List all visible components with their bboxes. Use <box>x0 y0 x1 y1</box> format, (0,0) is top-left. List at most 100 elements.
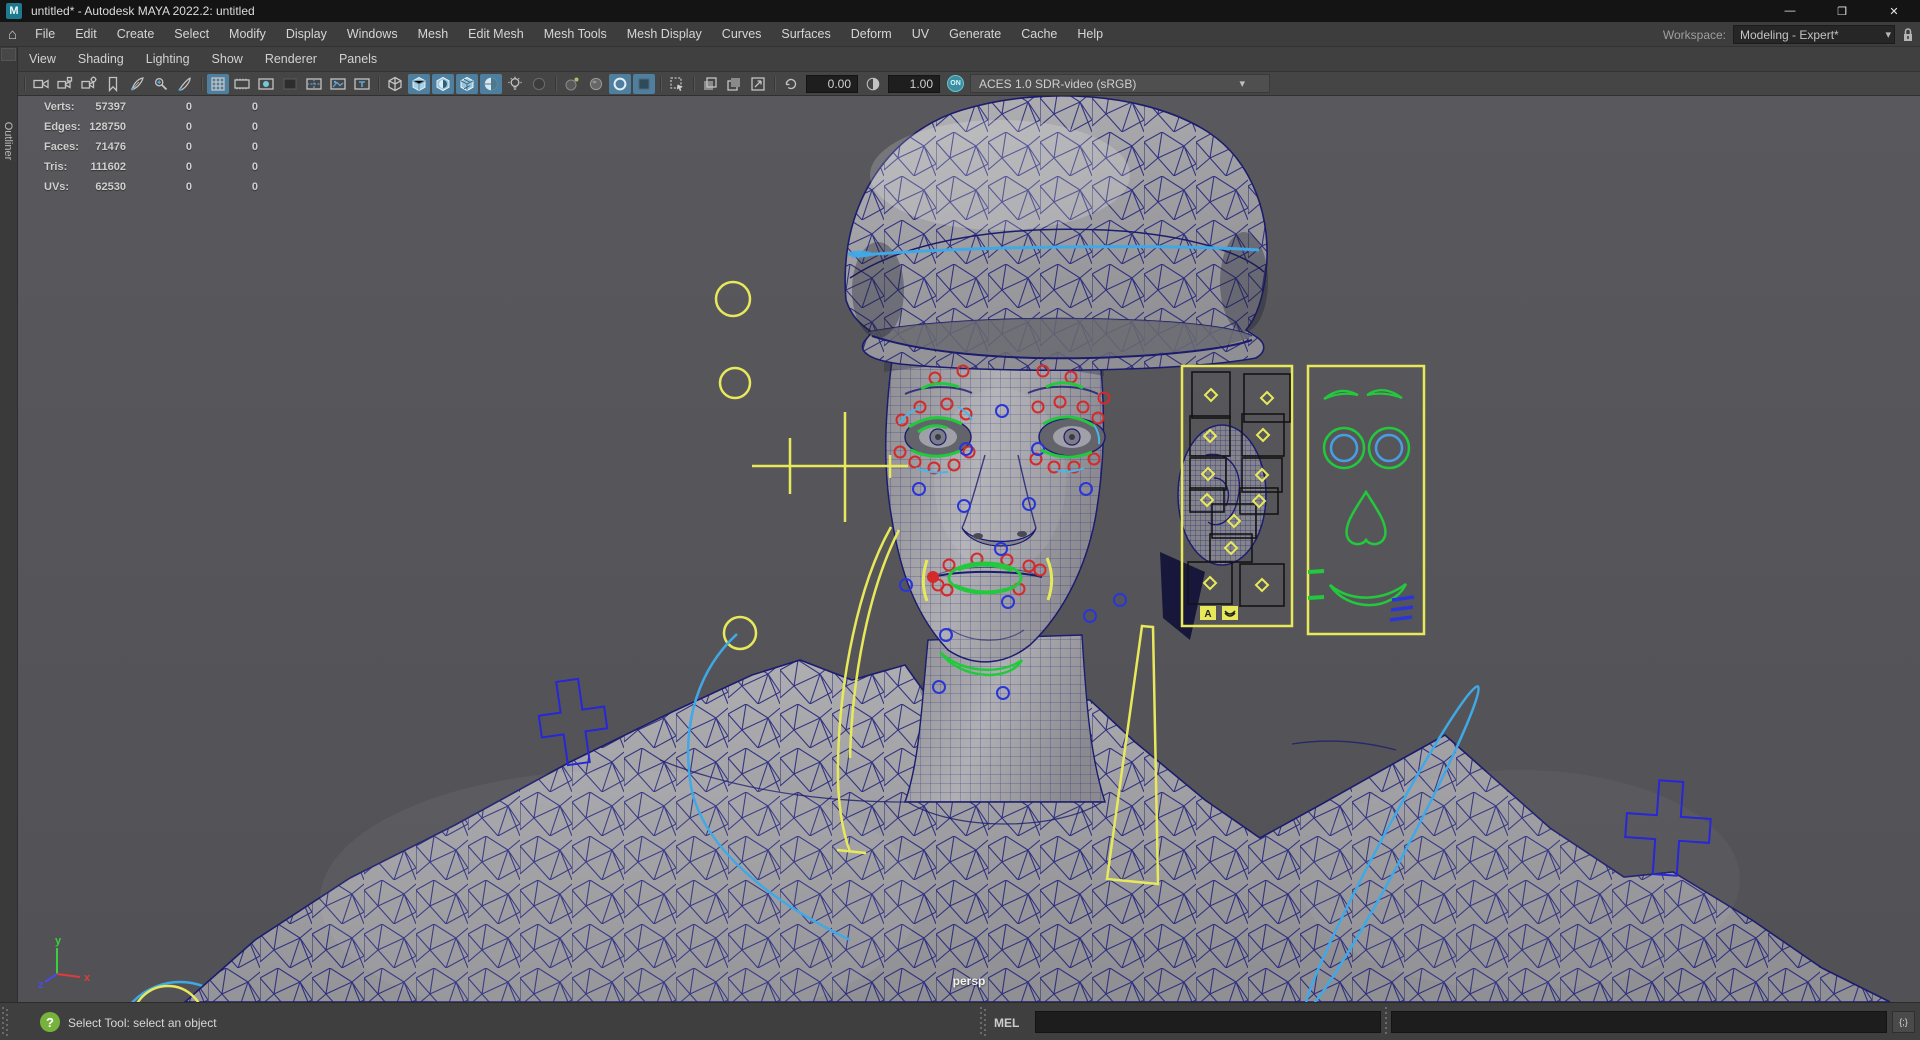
image-plane-icon[interactable] <box>126 74 148 94</box>
pan-zoom-icon[interactable] <box>150 74 172 94</box>
panel-menu-renderer[interactable]: Renderer <box>254 47 328 72</box>
panel-menu-view[interactable]: View <box>18 47 67 72</box>
anti-alias-icon[interactable] <box>609 73 631 94</box>
gamma-field[interactable]: 1.00 <box>888 74 940 93</box>
view-transform-on-badge[interactable]: ON <box>947 75 964 92</box>
status-bar: ? Select Tool: select an object MEL {;} <box>0 1002 1920 1040</box>
menu-mesh-tools[interactable]: Mesh Tools <box>534 22 617 47</box>
menu-surfaces[interactable]: Surfaces <box>771 22 840 47</box>
panel-toolbar: 0.00 1.00 ON ACES 1.0 SDR-video (sRGB) ▾ <box>18 72 1920 96</box>
wireframe-icon[interactable] <box>384 74 406 94</box>
menu-edit[interactable]: Edit <box>65 22 107 47</box>
mel-command-input[interactable] <box>1035 1011 1381 1033</box>
lights-icon[interactable] <box>504 74 526 94</box>
close-button[interactable]: ✕ <box>1868 0 1920 22</box>
workspace-lock-icon[interactable] <box>1902 27 1914 42</box>
restore-button[interactable]: ❐ <box>1816 0 1868 22</box>
outliner-collapsed-panel[interactable]: Outliner <box>0 47 18 1002</box>
menu-uv[interactable]: UV <box>902 22 939 47</box>
xray-joints-icon[interactable] <box>723 74 745 94</box>
menu-select[interactable]: Select <box>164 22 219 47</box>
wireframe-on-shaded-icon[interactable] <box>456 73 478 94</box>
toolbar-separator <box>552 74 559 94</box>
menu-edit-mesh[interactable]: Edit Mesh <box>458 22 534 47</box>
menu-deform[interactable]: Deform <box>841 22 902 47</box>
viewport-canvas[interactable]: A y x z <box>18 96 1920 1002</box>
toolbar-separator <box>198 74 205 94</box>
chevron-down-icon: ▾ <box>1885 29 1891 41</box>
svg-text:A: A <box>1204 609 1211 620</box>
command-result-field[interactable] <box>1391 1011 1887 1033</box>
field-chart-icon[interactable] <box>303 74 325 94</box>
workspace-dropdown[interactable]: Modeling - Expert* ▾ <box>1733 25 1895 44</box>
panel-menu-lighting[interactable]: Lighting <box>135 47 201 72</box>
menu-file[interactable]: File <box>25 22 65 47</box>
gamma-icon[interactable] <box>862 74 884 94</box>
hud-row: Edges: 128750 0 0 <box>44 121 258 133</box>
chevron-down-icon: ▾ <box>1239 78 1245 90</box>
colorspace-value: ACES 1.0 SDR-video (sRGB) <box>979 76 1137 91</box>
toolbar-separator <box>375 74 382 94</box>
textured-icon[interactable] <box>432 73 454 94</box>
camera-attributes-icon[interactable] <box>78 74 100 94</box>
menu-cache[interactable]: Cache <box>1011 22 1067 47</box>
maya-window: M untitled* - Autodesk MAYA 2022.2: unti… <box>0 0 1920 1040</box>
motion-blur-icon[interactable] <box>585 74 607 94</box>
grid-icon[interactable] <box>207 73 229 94</box>
safe-action-icon[interactable] <box>327 74 349 94</box>
select-camera-icon[interactable] <box>30 74 52 94</box>
home-icon[interactable]: ⌂ <box>8 27 17 42</box>
main-menubar: ⌂ File Edit Create Select Modify Display Windo… <box>0 22 1920 47</box>
toolbar-separator <box>771 74 778 94</box>
help-line-text: Select Tool: select an object <box>68 1016 217 1030</box>
statusbar-grip[interactable] <box>2 1007 9 1037</box>
menu-display[interactable]: Display <box>276 22 337 47</box>
resolution-gate-icon[interactable] <box>255 74 277 94</box>
help-icon: ? <box>40 1012 60 1032</box>
script-editor-icon[interactable]: {;} <box>1892 1011 1915 1033</box>
smooth-shade-icon[interactable] <box>408 73 430 94</box>
depth-of-field-icon[interactable] <box>633 73 655 94</box>
ear-mesh[interactable] <box>1177 424 1267 566</box>
result-field-grip[interactable] <box>1385 1007 1388 1037</box>
menu-mesh[interactable]: Mesh <box>408 22 459 47</box>
menu-curves[interactable]: Curves <box>712 22 772 47</box>
window-title: untitled* - Autodesk MAYA 2022.2: untitl… <box>31 4 255 18</box>
film-gate-icon[interactable] <box>231 74 253 94</box>
grease-pencil-icon[interactable] <box>174 74 196 94</box>
toolbar-separator <box>657 74 664 94</box>
occlusion-icon[interactable] <box>561 74 583 94</box>
minimize-button[interactable]: — <box>1764 0 1816 22</box>
exposure-toggle-icon[interactable] <box>747 74 769 94</box>
use-default-material-icon[interactable] <box>480 73 502 94</box>
menu-create[interactable]: Create <box>107 22 165 47</box>
menu-modify[interactable]: Modify <box>219 22 276 47</box>
bookmark-icon[interactable] <box>102 74 124 94</box>
outliner-label: Outliner <box>2 121 14 161</box>
perspective-viewport[interactable]: A y x z Verts: 57397 0 0 Edges: 128750 0… <box>18 96 1920 1002</box>
hud-row: Tris: 111602 0 0 <box>44 161 258 173</box>
maya-app-icon: M <box>6 3 22 19</box>
panel-menu-show[interactable]: Show <box>201 47 254 72</box>
xray-icon[interactable] <box>699 74 721 94</box>
menu-generate[interactable]: Generate <box>939 22 1011 47</box>
mel-label[interactable]: MEL <box>994 1016 1019 1030</box>
exposure-field[interactable]: 0.00 <box>806 74 858 93</box>
safe-title-icon[interactable] <box>351 74 373 94</box>
outliner-pane-toggle[interactable] <box>1 48 16 61</box>
menu-help[interactable]: Help <box>1067 22 1113 47</box>
shadows-icon[interactable] <box>528 74 550 94</box>
isolate-select-icon[interactable] <box>666 74 688 94</box>
exposure-cycle-icon[interactable] <box>780 74 802 94</box>
heads-up-display: Verts: 57397 0 0 Edges: 128750 0 0 Faces: 71476 0 0… <box>18 97 258 197</box>
colorspace-dropdown[interactable]: ACES 1.0 SDR-video (sRGB) ▾ <box>970 74 1270 93</box>
hat-mesh[interactable] <box>844 96 1268 372</box>
lock-camera-icon[interactable] <box>54 74 76 94</box>
panel-menu-shading[interactable]: Shading <box>67 47 135 72</box>
toolbar-separator <box>690 74 697 94</box>
menu-windows[interactable]: Windows <box>337 22 408 47</box>
gate-mask-icon[interactable] <box>279 74 301 94</box>
command-line-grip[interactable] <box>980 1007 987 1037</box>
menu-mesh-display[interactable]: Mesh Display <box>617 22 712 47</box>
panel-menu-panels[interactable]: Panels <box>328 47 388 72</box>
